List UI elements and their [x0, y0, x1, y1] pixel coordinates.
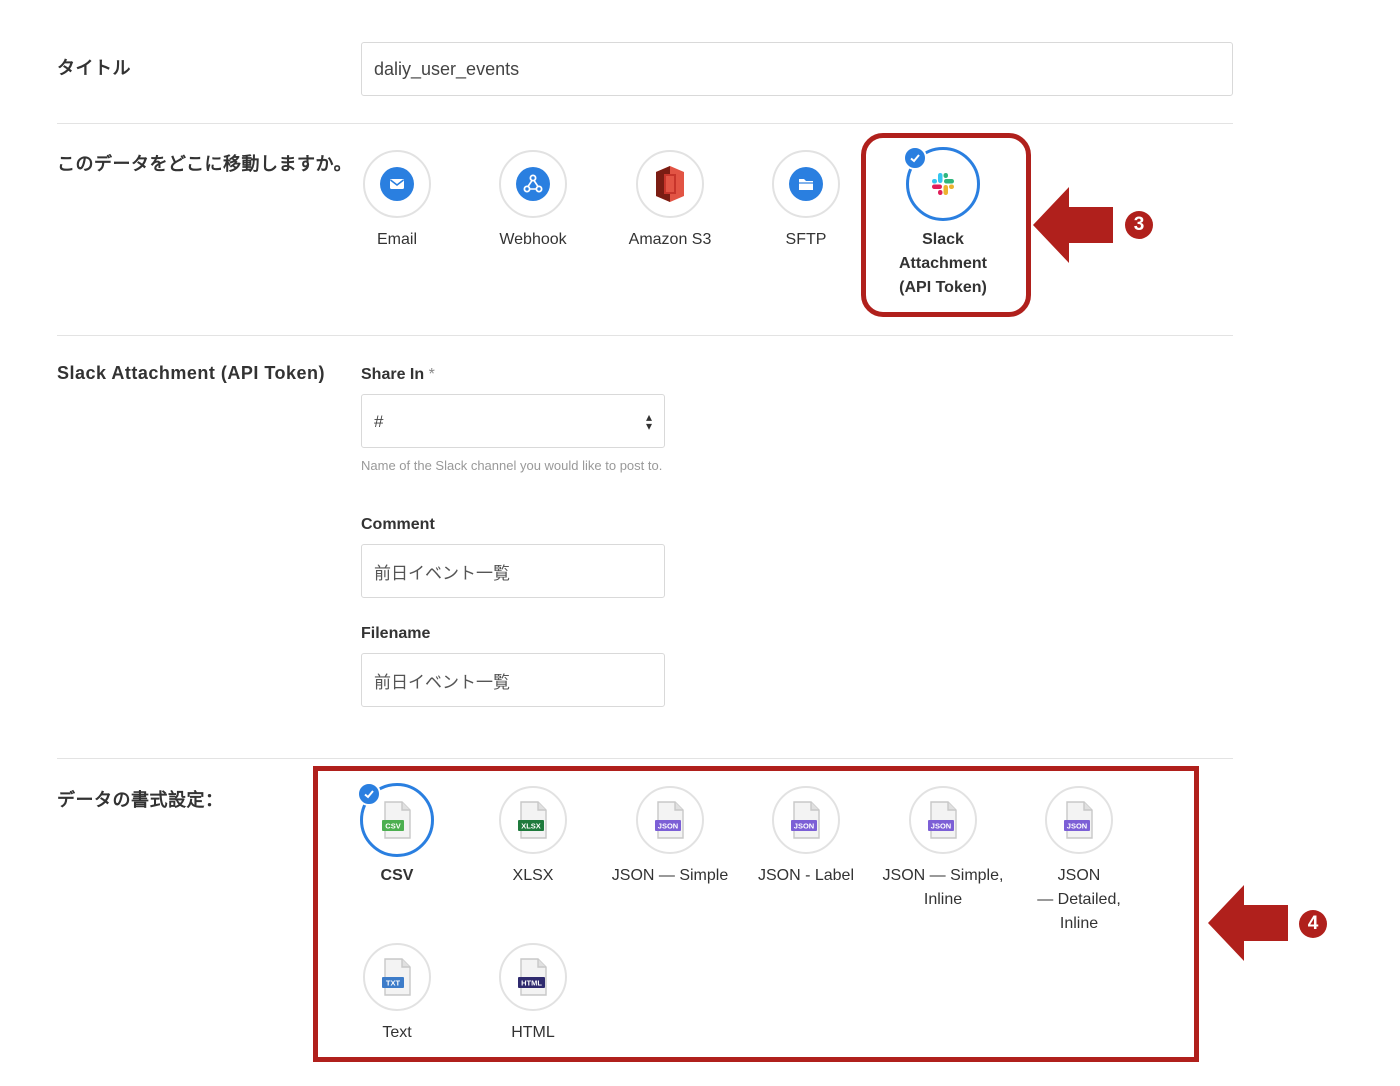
format-label-json-detailed-inline: JSON — Detailed, Inline	[1037, 867, 1121, 932]
svg-text:JSON: JSON	[931, 822, 951, 831]
svg-text:JSON: JSON	[658, 822, 678, 831]
title-label: タイトル	[57, 58, 131, 78]
divider	[57, 335, 1233, 336]
svg-text:JSON: JSON	[794, 822, 814, 831]
destination-label-sftp: SFTP	[785, 231, 827, 248]
comment-label: Comment	[361, 516, 435, 533]
selected-check-icon	[357, 782, 381, 806]
step-badge-3: 3	[1125, 211, 1153, 239]
arrow-left-icon	[1208, 885, 1288, 961]
comment-input[interactable]	[361, 544, 665, 598]
divider	[57, 123, 1233, 124]
json-file-icon: JSON	[928, 801, 957, 839]
sort-caret-icon: ▴ ▾	[645, 410, 652, 433]
svg-text:JSON: JSON	[1067, 822, 1087, 831]
svg-text:HTML: HTML	[521, 979, 542, 988]
json-file-icon: JSON	[655, 801, 684, 839]
format-label-csv: CSV	[380, 867, 414, 884]
share-in-label: Share In *	[361, 366, 435, 383]
destination-label-s3: Amazon S3	[628, 231, 712, 248]
format-label-json-simple: JSON — Simple	[611, 867, 729, 884]
json-file-icon: JSON	[791, 801, 820, 839]
html-file-icon: HTML	[518, 958, 547, 996]
format-label-json-simple-inline: JSON — Simple, Inline	[882, 867, 1004, 908]
format-label-xlsx: XLSX	[512, 867, 554, 884]
email-icon	[380, 167, 414, 201]
title-input[interactable]	[361, 42, 1233, 96]
arrow-left-icon	[1033, 187, 1113, 263]
highlight-box-step3	[861, 133, 1031, 317]
xlsx-file-icon: XLSX	[518, 801, 547, 839]
format-label-json-label: JSON - Label	[757, 867, 855, 884]
format-label-text: Text	[382, 1024, 412, 1041]
destination-label-email: Email	[376, 231, 417, 248]
svg-text:XLSX: XLSX	[521, 822, 541, 831]
filename-label: Filename	[361, 625, 431, 642]
webhook-icon	[516, 167, 550, 201]
txt-file-icon: TXT	[382, 958, 411, 996]
slack-section-label: Slack Attachment (API Token)	[57, 363, 326, 383]
share-in-select[interactable]: # ▴ ▾	[361, 394, 665, 448]
destination-label-webhook: Webhook	[499, 231, 567, 248]
format-label: データの書式設定：	[57, 790, 224, 810]
csv-file-icon: CSV	[382, 801, 411, 839]
format-label-html: HTML	[511, 1024, 555, 1041]
folder-icon	[789, 167, 823, 201]
amazon-s3-icon	[656, 166, 684, 202]
filename-input[interactable]	[361, 653, 665, 707]
step-badge-4: 4	[1299, 910, 1327, 938]
svg-text:CSV: CSV	[385, 822, 400, 831]
json-file-icon: JSON	[1064, 801, 1093, 839]
destination-label: このデータをどこに移動しますか。	[57, 154, 353, 174]
share-in-help: Name of the Slack channel you would like…	[361, 458, 663, 473]
divider	[57, 758, 1233, 759]
svg-text:TXT: TXT	[386, 979, 401, 988]
